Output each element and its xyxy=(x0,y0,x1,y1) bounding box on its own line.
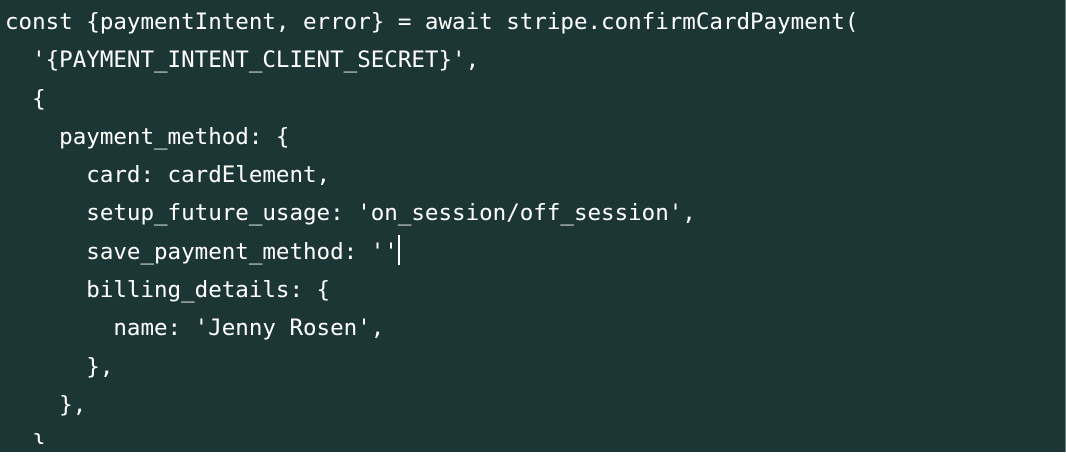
text-cursor xyxy=(397,234,400,265)
code-line-10: }, xyxy=(5,353,114,380)
code-line-1: const {paymentIntent, error} = await str… xyxy=(5,9,859,35)
code-line-4: payment_method: { xyxy=(5,123,290,150)
code-line-8: billing_details: { xyxy=(5,277,331,304)
code-block[interactable]: const {paymentIntent, error} = await str… xyxy=(5,3,858,444)
code-line-6: setup_future_usage: 'on_session/off_sess… xyxy=(5,200,696,227)
code-line-3: { xyxy=(5,85,46,112)
code-line-2: '{PAYMENT_INTENT_CLIENT_SECRET}', xyxy=(5,47,480,74)
code-line-7-text: save_payment_method: '' xyxy=(5,238,398,265)
code-line-9: name: 'Jenny Rosen', xyxy=(5,315,385,342)
code-editor[interactable]: const {paymentIntent, error} = await str… xyxy=(0,0,1066,452)
code-line-11: }, xyxy=(5,391,87,418)
code-line-5: card: cardElement, xyxy=(5,162,331,189)
code-line-7: save_payment_method: '' xyxy=(5,233,858,271)
code-line-12: } xyxy=(5,430,46,445)
